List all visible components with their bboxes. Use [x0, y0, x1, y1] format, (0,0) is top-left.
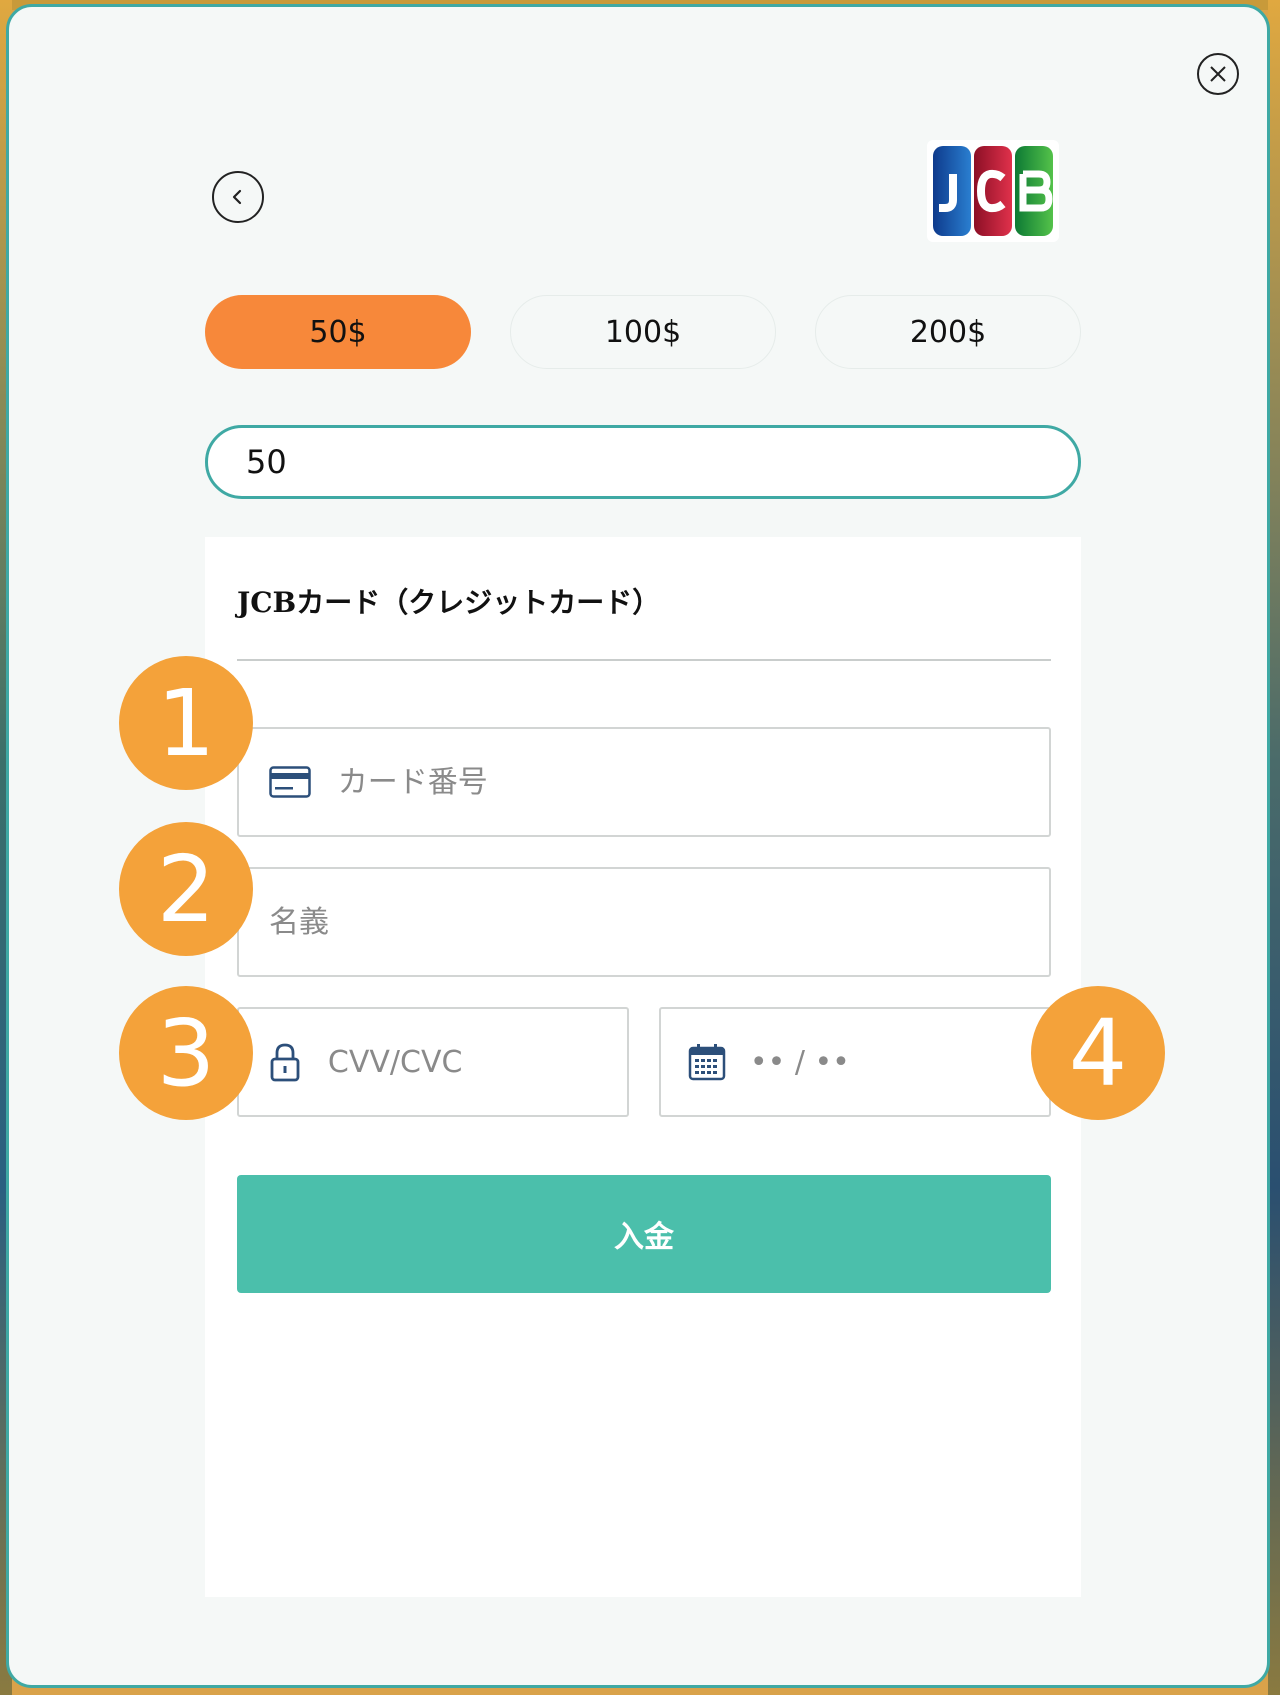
amount-input[interactable] — [205, 425, 1081, 499]
calendar-icon — [673, 1043, 742, 1081]
credit-card-icon — [251, 766, 330, 798]
badge-number: 2 — [156, 835, 216, 943]
divider — [237, 659, 1051, 661]
step-badge-4: 4 — [1031, 986, 1165, 1120]
name-field[interactable] — [237, 867, 1051, 977]
amount-option-50[interactable]: 50$ — [205, 295, 471, 369]
jcb-logo — [927, 140, 1059, 242]
amount-option-label: 100$ — [604, 314, 682, 350]
amount-option-200[interactable]: 200$ — [815, 295, 1081, 369]
cvv-input[interactable] — [325, 1043, 627, 1081]
step-badge-3: 3 — [119, 986, 253, 1120]
chevron-left-icon — [232, 189, 242, 205]
card-number-input[interactable] — [335, 763, 1049, 801]
cvv-field[interactable] — [237, 1007, 629, 1117]
card-number-field[interactable] — [237, 727, 1051, 837]
name-input[interactable] — [267, 903, 1049, 941]
badge-number: 1 — [156, 669, 216, 777]
back-button[interactable] — [212, 171, 264, 223]
expiry-input[interactable] — [747, 1043, 1049, 1081]
amount-option-label: 50$ — [309, 314, 367, 350]
step-badge-1: 1 — [119, 656, 253, 790]
card-form: JCBカード（クレジットカード） カード番号 名義 CVV/CVC •• / •… — [205, 537, 1081, 1597]
form-title: JCBカード（クレジットカード） — [237, 586, 661, 619]
badge-number: 4 — [1068, 999, 1128, 1107]
amount-option-label: 200$ — [909, 314, 987, 350]
step-badge-2: 2 — [119, 822, 253, 956]
submit-label: 入金 — [614, 1220, 674, 1255]
lock-icon — [251, 1042, 320, 1082]
expiry-field[interactable] — [659, 1007, 1051, 1117]
badge-number: 3 — [156, 999, 216, 1107]
close-icon — [1210, 66, 1226, 82]
deposit-submit-button[interactable]: 入金 — [237, 1175, 1051, 1293]
amount-option-100[interactable]: 100$ — [510, 295, 776, 369]
close-button[interactable] — [1197, 53, 1239, 95]
